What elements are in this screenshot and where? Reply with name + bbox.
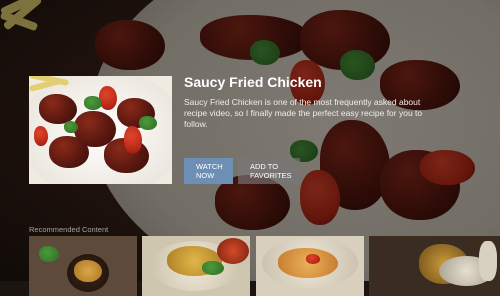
recommended-content-label: Recommended Content	[29, 225, 109, 234]
featured-thumbnail[interactable]	[29, 76, 172, 184]
recommended-card[interactable]	[256, 236, 364, 296]
featured-title: Saucy Fried Chicken	[184, 74, 322, 90]
featured-description: Saucy Fried Chicken is one of the most f…	[184, 97, 423, 129]
recommended-card[interactable]	[369, 236, 500, 296]
recommended-card[interactable]	[29, 236, 137, 296]
add-to-favorites-button[interactable]: ADD TO FAVORITES	[238, 158, 300, 184]
recommended-card[interactable]	[217, 236, 250, 296]
watch-now-button[interactable]: WATCH NOW	[184, 158, 233, 184]
watch-now-label: WATCH NOW	[196, 162, 223, 180]
add-to-favorites-label: ADD TO FAVORITES	[250, 162, 292, 180]
